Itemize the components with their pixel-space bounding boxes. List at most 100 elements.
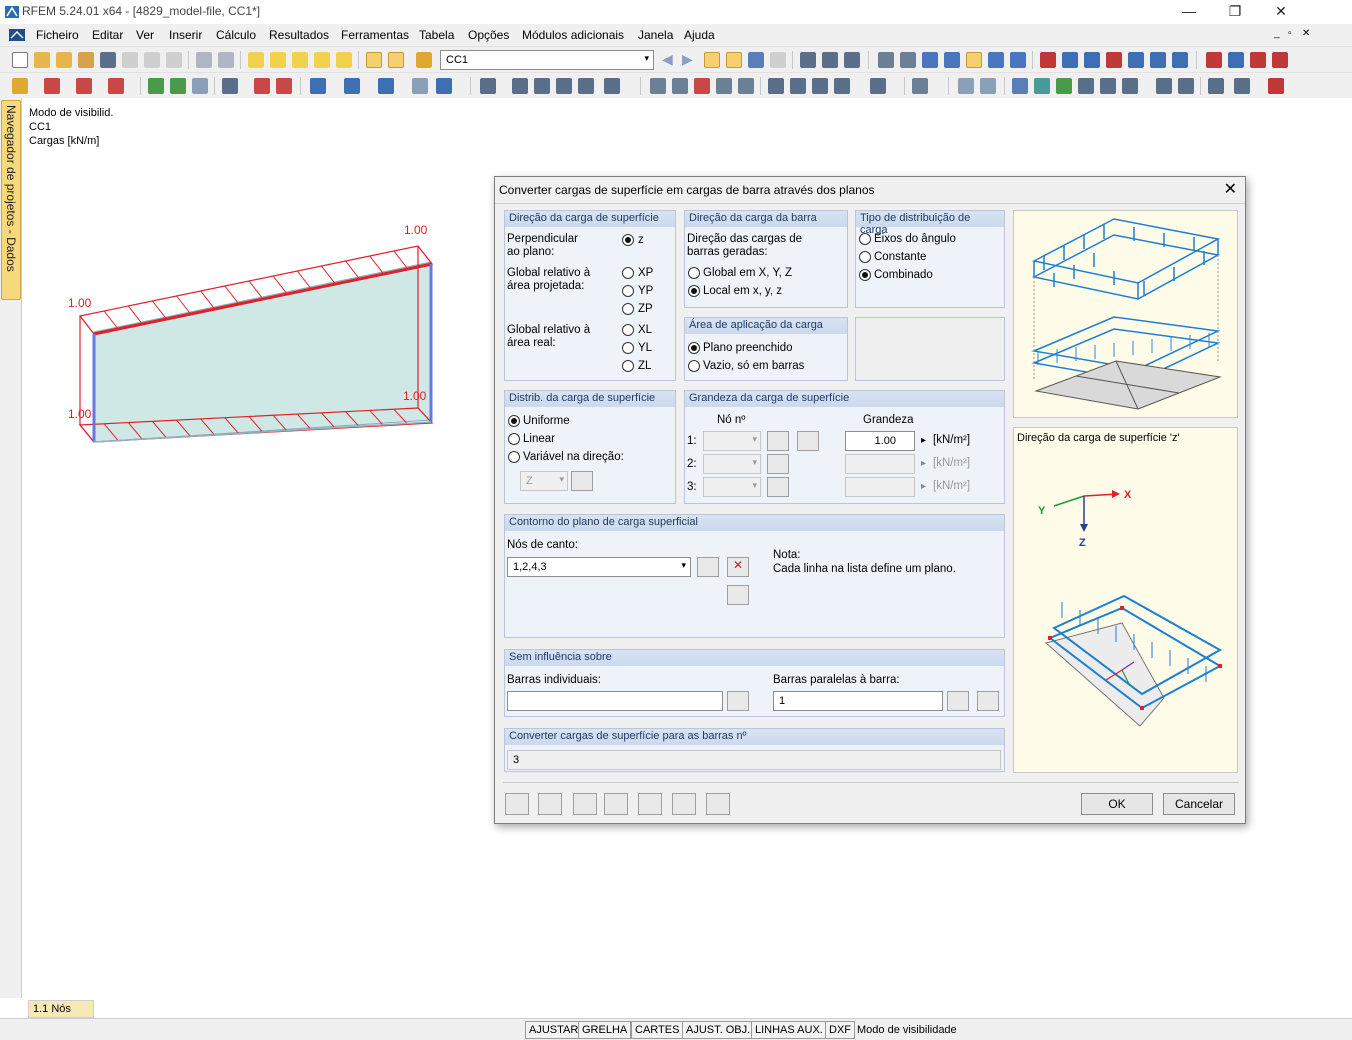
tool-icon-8[interactable] xyxy=(1206,52,1222,68)
row-1-pick-3-icon[interactable] xyxy=(797,431,819,451)
node-icon[interactable] xyxy=(12,78,28,94)
guide-icon-6[interactable] xyxy=(1122,78,1138,94)
solid-icon[interactable] xyxy=(344,78,360,94)
tool-icon-3[interactable] xyxy=(1084,52,1100,68)
menu-ajuda[interactable]: Ajuda xyxy=(684,28,715,42)
row-1-pick-icon[interactable] xyxy=(767,431,789,451)
tool-icon-6[interactable] xyxy=(1150,52,1166,68)
convert-members-input[interactable]: 3 xyxy=(507,750,1001,770)
menu-resultados[interactable]: Resultados xyxy=(269,28,329,42)
open-folder-icon[interactable] xyxy=(34,52,50,68)
status-guidelines-button[interactable]: LINHAS AUX. xyxy=(751,1021,827,1039)
menu-tabela[interactable]: Tabela xyxy=(419,28,454,42)
radio-combined[interactable] xyxy=(859,269,871,281)
row-1-node-select[interactable]: ▾ xyxy=(703,431,761,451)
visibility-icon[interactable] xyxy=(706,793,730,815)
tool-icon-7[interactable] xyxy=(1172,52,1188,68)
render-icon-4[interactable] xyxy=(716,78,732,94)
line-load-icon[interactable] xyxy=(254,78,270,94)
new-file-icon[interactable] xyxy=(12,52,28,68)
delete-row-icon[interactable]: ✕ xyxy=(727,557,749,577)
view-icon-3[interactable] xyxy=(844,52,860,68)
open-template-icon[interactable] xyxy=(573,793,597,815)
menu-opcoes[interactable]: Opções xyxy=(468,28,509,42)
table-icon[interactable] xyxy=(1208,78,1224,94)
nodal-load-icon[interactable] xyxy=(276,78,292,94)
spinner-icon[interactable]: ▸ xyxy=(921,481,926,492)
mdi-minimize-icon[interactable]: _ xyxy=(1274,28,1280,39)
hinge-icon[interactable] xyxy=(148,78,164,94)
menu-modulos-adicionais[interactable]: Módulos adicionais xyxy=(522,28,624,42)
search-icon[interactable] xyxy=(270,52,286,68)
view-z-icon[interactable] xyxy=(812,78,828,94)
perspective-icon[interactable] xyxy=(870,78,886,94)
spinner-icon[interactable]: ▸ xyxy=(921,435,926,446)
restore-button[interactable]: ❐ xyxy=(1212,0,1258,24)
tool-icon-11[interactable] xyxy=(1272,52,1288,68)
print-report-icon[interactable] xyxy=(144,52,160,68)
model-view[interactable]: 1.00 1.00 1.00 1.00 xyxy=(60,220,460,450)
mirror-icon[interactable] xyxy=(534,78,550,94)
navigator-tab[interactable]: Navegador de projetos - Dados xyxy=(1,100,21,300)
line-icon[interactable] xyxy=(44,78,60,94)
archive-icon[interactable] xyxy=(78,52,94,68)
radio-uniform[interactable] xyxy=(508,415,520,427)
tool-icon-4[interactable] xyxy=(1106,52,1122,68)
radio-constant[interactable] xyxy=(859,251,871,263)
divide-icon[interactable] xyxy=(578,78,594,94)
tool-icon-10[interactable] xyxy=(1250,52,1266,68)
mdi-restore-icon[interactable]: ▫ xyxy=(1288,28,1292,39)
open-project-icon[interactable] xyxy=(56,52,72,68)
radio-filled-plane[interactable] xyxy=(688,342,700,354)
guide-icon-1[interactable] xyxy=(1012,78,1028,94)
status-snap-button[interactable]: AJUSTAR xyxy=(525,1021,583,1039)
guide-icon-3[interactable] xyxy=(1056,78,1072,94)
status-osnap-button[interactable]: AJUST. OBJ. xyxy=(682,1021,755,1039)
next-case-icon[interactable]: ▶ xyxy=(682,52,698,68)
radio-zp[interactable] xyxy=(622,303,634,315)
values-display-icon[interactable] xyxy=(770,52,786,68)
guide-icon-7[interactable] xyxy=(1156,78,1172,94)
opening-icon[interactable] xyxy=(378,78,394,94)
view-icon-2[interactable] xyxy=(822,52,838,68)
previous-case-icon[interactable]: ◀ xyxy=(662,52,678,68)
mdi-close-icon[interactable]: ✕ xyxy=(1302,28,1310,39)
navigator-toggle-icon[interactable] xyxy=(388,52,404,68)
status-dxf-button[interactable]: DXF xyxy=(825,1021,855,1039)
calculator-icon[interactable] xyxy=(314,52,330,68)
view-icon-1[interactable] xyxy=(800,52,816,68)
table-tab-nodes[interactable]: 1.1 Nós xyxy=(28,1000,94,1018)
view-iso-icon[interactable] xyxy=(834,78,850,94)
row-2-node-select[interactable]: ▾ xyxy=(703,454,761,474)
menu-janela[interactable]: Janela xyxy=(638,28,673,42)
pick-parallel-icon[interactable] xyxy=(947,691,969,711)
surface-load-icon[interactable] xyxy=(310,78,326,94)
view-x-icon[interactable] xyxy=(768,78,784,94)
row-1-value-input[interactable]: 1.00 xyxy=(845,431,915,451)
display-icon[interactable] xyxy=(912,78,928,94)
row-2-pick-icon[interactable] xyxy=(767,454,789,474)
ok-button[interactable]: OK xyxy=(1081,793,1153,815)
dim-icon-2[interactable] xyxy=(980,78,996,94)
grid-icon-2[interactable] xyxy=(900,52,916,68)
tool-icon-9[interactable] xyxy=(1228,52,1244,68)
surface-icon[interactable] xyxy=(192,78,208,94)
guide-icon-8[interactable] xyxy=(1178,78,1194,94)
guide-icon-4[interactable] xyxy=(1078,78,1094,94)
load-case-icon[interactable] xyxy=(416,52,432,68)
show-values-icon[interactable] xyxy=(672,793,696,815)
radio-angle-axes[interactable] xyxy=(859,233,871,245)
tool-icon-5[interactable] xyxy=(1128,52,1144,68)
material-icon[interactable] xyxy=(170,78,186,94)
individual-members-input[interactable] xyxy=(507,691,723,711)
connect-icon[interactable] xyxy=(604,78,620,94)
render-icon-1[interactable] xyxy=(650,78,666,94)
dim-icon-1[interactable] xyxy=(958,78,974,94)
radio-xp[interactable] xyxy=(622,267,634,279)
render-icon-5[interactable] xyxy=(738,78,754,94)
guide-icon-2[interactable] xyxy=(1034,78,1050,94)
export-icon[interactable] xyxy=(1234,78,1250,94)
table-toggle-icon[interactable] xyxy=(366,52,382,68)
minimize-button[interactable]: — xyxy=(1166,0,1212,24)
menu-calculo[interactable]: Cálculo xyxy=(216,28,256,42)
